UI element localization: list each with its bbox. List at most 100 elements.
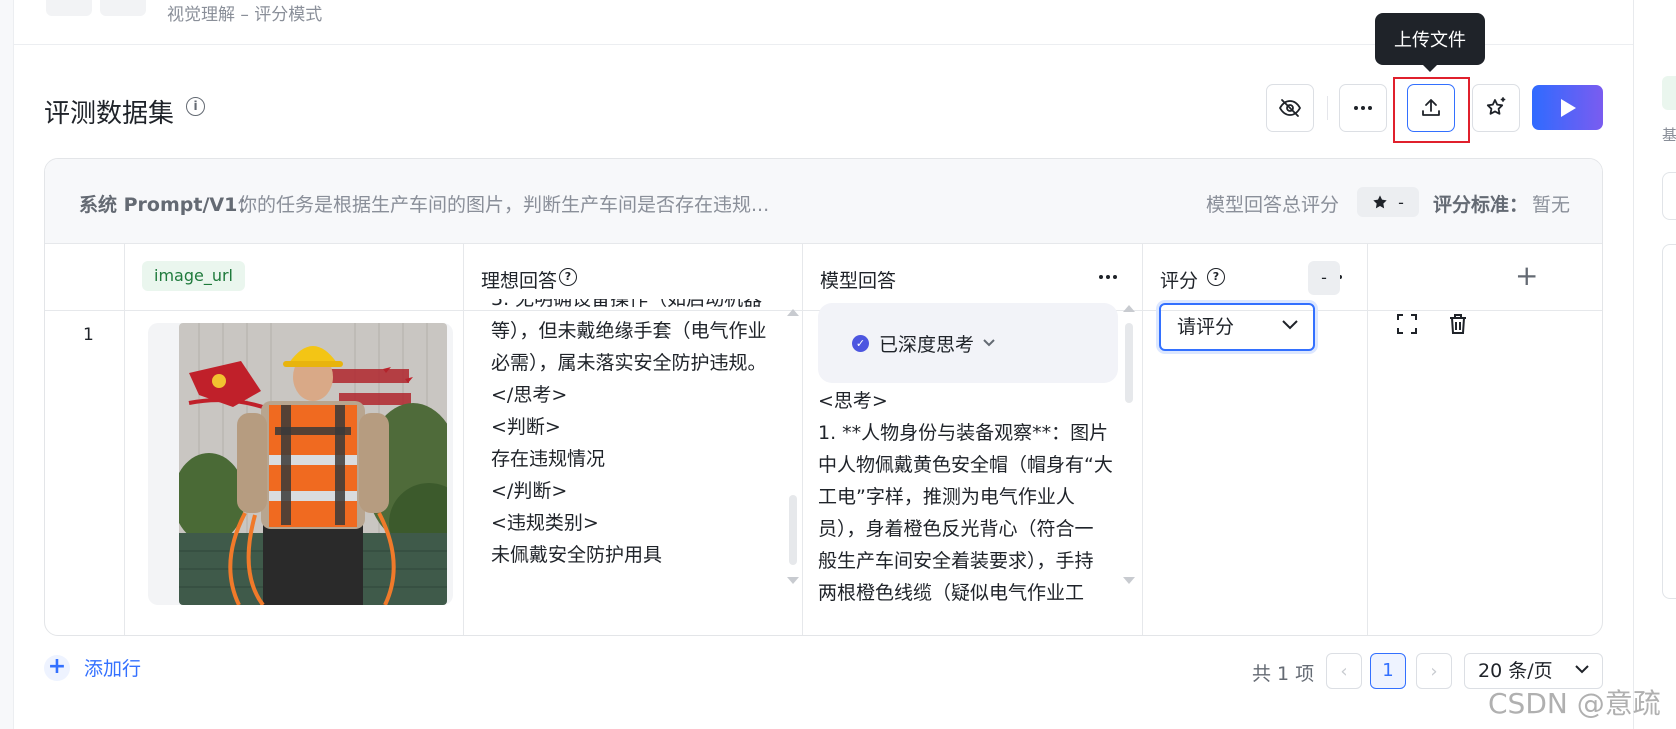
side-tag[interactable]: [1662, 76, 1676, 110]
ideal-line: 3. 无明确设备操作（如启动机器: [491, 299, 763, 310]
chevron-down-icon: [983, 339, 995, 347]
total-score-value: -: [1398, 192, 1404, 212]
side-panel-box: [1662, 244, 1676, 599]
model-line: 两根橙色线缆（疑似电气作业工: [818, 582, 1085, 604]
ideal-scrollbar[interactable]: [786, 305, 800, 591]
upload-tooltip: 上传文件: [1375, 13, 1485, 72]
score-header-value: -: [1308, 261, 1340, 295]
column-divider: [802, 244, 803, 635]
score-select-value: 请评分: [1177, 316, 1235, 338]
ideal-line: 等），但未戴绝缘手套（电气作业: [491, 320, 767, 342]
fullscreen-icon: [1397, 314, 1417, 334]
standard-value: 暂无: [1532, 194, 1571, 216]
worker-photo[interactable]: [179, 323, 447, 605]
model-line: 员），身着橙色反光背心（符合一: [818, 518, 1094, 540]
check-icon: ✓: [852, 334, 869, 352]
ideal-line: </判断>: [491, 480, 568, 502]
delete-row-button[interactable]: [1443, 309, 1473, 339]
score-help-icon[interactable]: ?: [1207, 268, 1225, 286]
trash-icon: [1450, 314, 1466, 334]
scroll-up-icon[interactable]: [1123, 305, 1135, 312]
help-icon[interactable]: ?: [559, 268, 577, 286]
model-line: 工电”字样，推测为电气作业人: [818, 486, 1075, 508]
add-column-icon[interactable]: +: [1515, 259, 1538, 292]
more-icon: [1348, 93, 1378, 123]
ideal-line: 存在违规情况: [491, 448, 606, 470]
scroll-up-icon[interactable]: [787, 309, 799, 316]
watermark: CSDN @意疏: [1488, 687, 1661, 720]
back-button[interactable]: [46, 0, 92, 16]
add-row-label: 添加行: [84, 658, 142, 680]
total-count: 共 1 项: [1252, 663, 1315, 685]
model-line: <思考>: [818, 390, 888, 412]
chevron-left-icon: ‹: [1340, 660, 1348, 682]
total-score-chip: -: [1357, 187, 1419, 217]
more-button[interactable]: [1339, 84, 1387, 132]
system-prompt-text[interactable]: 你的任务是根据生产车间的图片，判断生产车间是否存在违规...: [238, 190, 769, 217]
ideal-line: <违规类别>: [491, 512, 599, 534]
ideal-line: </思考>: [491, 384, 568, 406]
prev-page-button[interactable]: ‹: [1326, 653, 1362, 689]
model-answer-text[interactable]: <思考> 1. **人物身份与装备观察**：图片 中人物佩戴黄色安全帽（帽身有“…: [818, 385, 1118, 611]
add-row-button[interactable]: + 添加行: [44, 654, 141, 681]
column-header-score: 评分: [1160, 270, 1199, 292]
star-sparkle-icon: [1486, 97, 1506, 115]
column-divider: [1367, 244, 1368, 635]
ideal-answer-cell[interactable]: 3. 无明确设备操作（如启动机器 等），但未戴绝缘手套（电气作业 必需），属未落…: [491, 299, 781, 635]
hide-button[interactable]: [1266, 84, 1314, 132]
next-page-button[interactable]: ›: [1416, 653, 1452, 689]
plus-icon: +: [44, 654, 70, 681]
column-header-model: 模型回答: [820, 270, 897, 292]
chevron-down-icon: [1282, 320, 1298, 330]
image-cell[interactable]: [148, 323, 453, 605]
model-column-more-icon[interactable]: [1093, 262, 1123, 292]
row-index: 1: [83, 325, 94, 345]
run-button[interactable]: [1532, 85, 1603, 130]
worker-photo-illustration: [179, 323, 447, 605]
star-icon: [1373, 195, 1387, 209]
model-line: 般生产车间安全着装要求），手持: [818, 550, 1094, 572]
nav-button[interactable]: [100, 0, 146, 16]
table-header: image_url 理想回答 ? 模型回答 评分 ?: [45, 244, 1602, 311]
side-input[interactable]: [1662, 172, 1676, 220]
score-select[interactable]: 请评分: [1159, 303, 1315, 351]
left-rail: [0, 0, 14, 729]
scroll-thumb[interactable]: [789, 495, 797, 565]
breadcrumb: 视觉理解 – 评分模式: [167, 5, 323, 25]
chevron-right-icon: ›: [1430, 660, 1438, 682]
side-label: 基: [1662, 126, 1676, 144]
system-prompt-label: 系统 Prompt/V1：: [79, 194, 257, 216]
page-title: 评测数据集: [44, 99, 175, 129]
play-icon: [1560, 98, 1576, 117]
expand-button[interactable]: [1392, 309, 1422, 339]
ideal-line: 必需），属未落实安全防护违规。: [491, 352, 767, 374]
column-header-image: image_url: [125, 244, 464, 311]
scroll-down-icon[interactable]: [787, 577, 799, 584]
page-1-button[interactable]: 1: [1370, 653, 1406, 689]
model-scrollbar[interactable]: [1122, 305, 1136, 591]
scroll-down-icon[interactable]: [1123, 577, 1135, 584]
ideal-line: 未佩戴安全防护用具: [491, 544, 663, 566]
model-line: 中人物佩戴黄色安全帽（帽身有“大: [818, 454, 1113, 476]
column-divider: [124, 244, 125, 635]
standard-label: 评分标准：: [1433, 194, 1529, 216]
total-score-label: 模型回答总评分: [1206, 194, 1340, 216]
info-icon[interactable]: i: [186, 97, 205, 116]
deep-thinking-label: 已深度思考: [879, 333, 975, 356]
column-divider: [463, 244, 464, 635]
highlight-box: [1393, 77, 1470, 143]
favorite-button[interactable]: [1472, 84, 1520, 132]
chevron-down-icon: [1575, 665, 1589, 674]
model-line: 1. **人物身份与装备观察**：图片: [818, 422, 1109, 444]
system-prompt-bar: 系统 Prompt/V1： 你的任务是根据生产车间的图片，判断生产车间是否存在违…: [45, 159, 1602, 244]
scroll-thumb[interactable]: [1125, 323, 1133, 403]
eye-off-icon: [1278, 99, 1302, 117]
toolbar-divider: [1327, 96, 1328, 120]
right-side-panel: 基: [1633, 0, 1676, 729]
dataset-panel: 系统 Prompt/V1： 你的任务是根据生产车间的图片，判断生产车间是否存在违…: [44, 158, 1603, 636]
deep-thinking-toggle[interactable]: ✓ 已深度思考: [818, 303, 1118, 383]
column-header-ideal: 理想回答: [481, 270, 558, 292]
page-size-value: 20 条/页: [1478, 660, 1553, 682]
column-divider: [1142, 244, 1143, 635]
ideal-line: <判断>: [491, 416, 561, 438]
